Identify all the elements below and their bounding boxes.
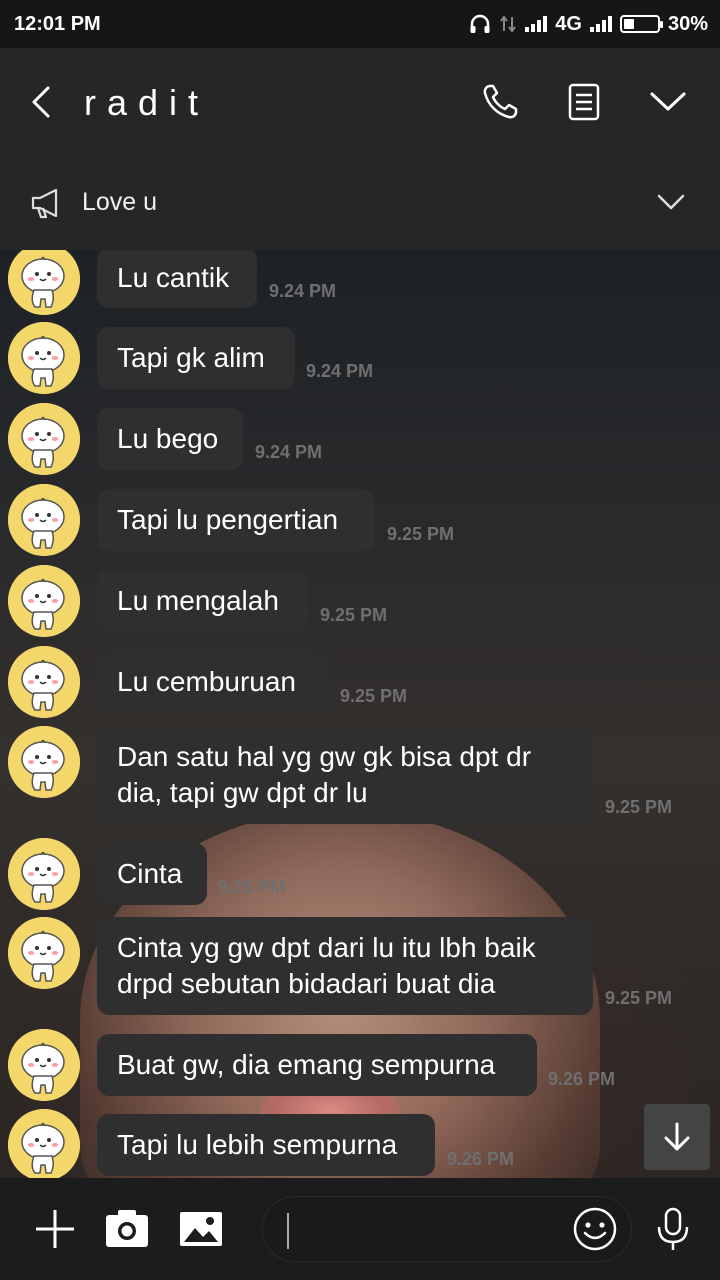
avatar[interactable]: [8, 1029, 80, 1101]
avatar[interactable]: [8, 917, 80, 989]
message-row: Tapi lu pengertian 9.25 PM: [0, 484, 720, 556]
signal-icon: [525, 16, 548, 32]
message-row: Tapi lu lebih sempurna 9.26 PM: [0, 1109, 720, 1178]
message-bubble[interactable]: Lu bego: [97, 408, 243, 470]
message-bubble[interactable]: Cinta: [97, 843, 207, 905]
message-bubble[interactable]: Lu cantik: [97, 250, 257, 308]
image-icon[interactable]: [178, 1206, 224, 1252]
message-bubble[interactable]: Lu cemburuan: [97, 651, 329, 713]
message-timestamp: 9.25 PM: [605, 797, 673, 817]
message-timestamp: 9.24 PM: [306, 361, 374, 381]
avatar[interactable]: [8, 726, 80, 798]
announcement-bar[interactable]: Love u: [0, 158, 720, 250]
message-bubble[interactable]: Tapi gk alim: [97, 327, 295, 389]
plus-icon[interactable]: [32, 1206, 78, 1252]
message-timestamp: 9.25 PM: [218, 877, 286, 897]
chevron-down-icon[interactable]: [656, 190, 686, 214]
chat-area[interactable]: Lu cantik 9.24 PM Tapi gk alim 9.24 PM Lu …: [0, 250, 720, 1178]
signal-2-icon: [589, 16, 612, 32]
data-arrows-icon: [500, 15, 517, 33]
message-timestamp: 9.24 PM: [269, 281, 337, 301]
chevron-down-icon[interactable]: [646, 80, 690, 124]
megaphone-icon: [31, 188, 58, 219]
message-row: Cinta yg gw dpt dari lu itu lbh baik drp…: [0, 917, 720, 1015]
announcement-text: Love u: [82, 188, 158, 216]
notes-icon[interactable]: [562, 80, 606, 124]
status-bar: 12:01 PM 4G 30%: [0, 0, 720, 48]
chat-title[interactable]: radit: [84, 82, 209, 124]
message-timestamp: 9.26 PM: [548, 1069, 616, 1089]
network-type: 4G: [555, 12, 582, 35]
phone-icon[interactable]: [478, 80, 522, 124]
avatar[interactable]: [8, 484, 80, 556]
avatar[interactable]: [8, 250, 80, 315]
message-timestamp: 9.24 PM: [255, 442, 323, 462]
emoji-icon[interactable]: [572, 1206, 618, 1252]
avatar[interactable]: [8, 403, 80, 475]
avatar[interactable]: [8, 565, 80, 637]
message-row: Lu cemburuan 9.25 PM: [0, 646, 720, 718]
message-timestamp: 9.25 PM: [320, 605, 388, 625]
message-row: Lu mengalah 9.25 PM: [0, 565, 720, 637]
message-timestamp: 9.25 PM: [605, 988, 673, 1008]
battery-level: [623, 19, 634, 29]
scroll-to-bottom-button[interactable]: [644, 1104, 710, 1170]
message-input-bar: [0, 1178, 720, 1280]
arrow-down-icon: [664, 1122, 690, 1151]
message-timestamp: 9.25 PM: [387, 524, 455, 544]
headphones-icon: [470, 14, 490, 33]
message-bubble[interactable]: Lu mengalah: [97, 570, 309, 632]
message-timestamp: 9.26 PM: [447, 1149, 515, 1169]
battery-percent: 30%: [667, 12, 708, 35]
message-timestamp: 9.25 PM: [340, 686, 408, 706]
message-bubble[interactable]: Buat gw, dia emang sempurna: [97, 1034, 537, 1096]
message-bubble[interactable]: Tapi lu lebih sempurna: [97, 1114, 435, 1176]
avatar[interactable]: [8, 1109, 80, 1178]
message-row: Tapi gk alim 9.24 PM: [0, 322, 720, 394]
message-bubble[interactable]: Cinta yg gw dpt dari lu itu lbh baik drp…: [97, 917, 593, 1015]
message-row: Buat gw, dia emang sempurna 9.26 PM: [0, 1029, 720, 1101]
text-caret: [287, 1213, 289, 1249]
battery-icon: [619, 15, 663, 33]
message-row: Lu bego 9.24 PM: [0, 403, 720, 475]
microphone-icon[interactable]: [650, 1206, 696, 1252]
avatar[interactable]: [8, 646, 80, 718]
message-row: Cinta 9.25 PM: [0, 838, 720, 910]
message-row: Dan satu hal yg gw gk bisa dpt dr dia, t…: [0, 726, 720, 824]
chat-header: radit: [0, 48, 720, 158]
back-icon[interactable]: [24, 82, 60, 122]
message-bubble[interactable]: Tapi lu pengertian: [97, 489, 375, 551]
avatar[interactable]: [8, 322, 80, 394]
message-row: Lu cantik 9.24 PM: [0, 250, 720, 315]
message-bubble[interactable]: Dan satu hal yg gw gk bisa dpt dr dia, t…: [97, 726, 593, 824]
status-time: 12:01 PM: [14, 12, 101, 35]
camera-icon[interactable]: [104, 1206, 150, 1252]
avatar[interactable]: [8, 838, 80, 910]
